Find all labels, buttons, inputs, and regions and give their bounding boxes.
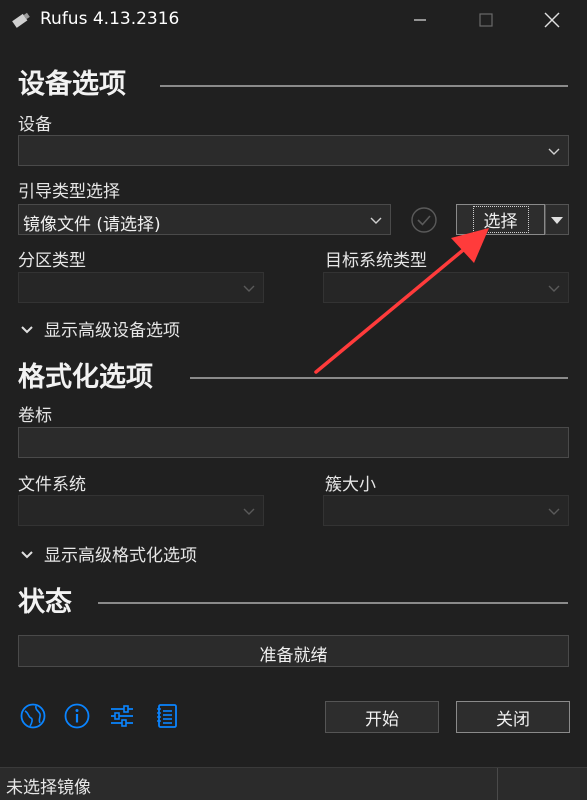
globe-icon[interactable] <box>19 702 47 730</box>
maximize-icon <box>479 13 493 27</box>
progress-bar: 准备就绪 <box>18 635 569 667</box>
advanced-device-options-label: 显示高级设备选项 <box>44 321 180 341</box>
check-hash-icon[interactable] <box>410 206 438 234</box>
minimize-button[interactable] <box>387 0 453 40</box>
close-icon <box>544 12 560 28</box>
annotation-arrow <box>314 228 489 374</box>
chevron-down-icon <box>243 508 255 515</box>
boot-selection-label: 引导类型选择 <box>18 182 120 202</box>
target-system-label: 目标系统类型 <box>325 251 427 271</box>
cluster-size-label: 簇大小 <box>325 475 376 495</box>
select-dropdown-button[interactable] <box>545 204 569 235</box>
chevron-down-icon <box>548 285 560 292</box>
start-button[interactable]: 开始 <box>325 701 439 733</box>
caret-down-icon <box>551 216 563 224</box>
chevron-down-icon <box>243 285 255 292</box>
device-dropdown[interactable] <box>18 135 569 166</box>
volume-label-input[interactable] <box>18 427 569 458</box>
select-button-label: 选择 <box>472 206 529 233</box>
chevron-down-icon <box>370 217 382 224</box>
chevron-down-icon <box>548 148 560 155</box>
select-button[interactable]: 选择 <box>456 204 545 235</box>
boot-selection-dropdown[interactable]: 镜像文件 (请选择) <box>18 204 391 235</box>
advanced-format-options-toggle[interactable]: 显示高级格式化选项 <box>20 541 197 566</box>
boot-selection-value: 镜像文件 (请选择) <box>23 215 161 235</box>
section-divider <box>98 602 568 604</box>
target-system-dropdown[interactable] <box>323 272 569 303</box>
settings-sliders-icon[interactable] <box>108 702 136 730</box>
section-divider <box>160 85 568 87</box>
status-heading: 状态 <box>18 587 72 618</box>
maximize-button[interactable] <box>453 0 519 40</box>
progress-text: 准备就绪 <box>259 646 328 666</box>
chevron-down-icon <box>21 325 33 333</box>
close-window-button[interactable] <box>519 0 585 40</box>
log-icon[interactable] <box>153 702 181 730</box>
status-bar: 未选择镜像 <box>0 767 587 800</box>
window-title: Rufus 4.13.2316 <box>40 9 180 29</box>
status-bar-text: 未选择镜像 <box>6 778 91 798</box>
device-label: 设备 <box>18 115 52 135</box>
title-bar: Rufus 4.13.2316 <box>0 0 587 40</box>
chevron-down-icon <box>21 550 33 558</box>
advanced-device-options-toggle[interactable]: 显示高级设备选项 <box>20 316 180 341</box>
device-options-heading: 设备选项 <box>18 69 126 100</box>
cluster-size-dropdown[interactable] <box>323 495 569 526</box>
volume-label-label: 卷标 <box>18 406 52 426</box>
partition-scheme-label: 分区类型 <box>18 251 86 271</box>
file-system-label: 文件系统 <box>18 475 86 495</box>
status-bar-divider <box>497 768 498 800</box>
usb-drive-icon <box>12 12 30 28</box>
partition-scheme-dropdown[interactable] <box>18 272 264 303</box>
advanced-format-options-label: 显示高级格式化选项 <box>44 546 197 566</box>
close-button[interactable]: 关闭 <box>456 701 570 733</box>
format-options-heading: 格式化选项 <box>18 362 153 393</box>
file-system-dropdown[interactable] <box>18 495 264 526</box>
section-divider <box>190 377 568 379</box>
info-icon[interactable] <box>63 702 91 730</box>
minimize-icon <box>414 19 426 21</box>
chevron-down-icon <box>548 508 560 515</box>
